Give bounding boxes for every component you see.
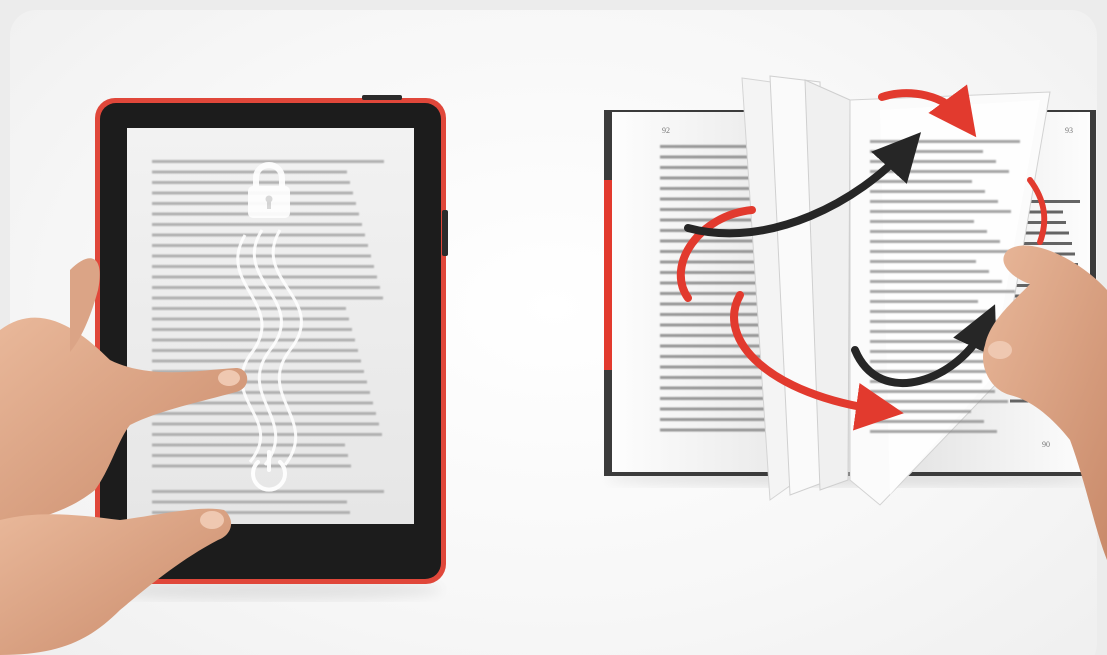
- text-line: [870, 240, 1000, 243]
- top-button: [362, 95, 402, 100]
- text-line: [870, 170, 1009, 173]
- text-line: [870, 190, 985, 193]
- text-line: [870, 180, 972, 183]
- text-line: [870, 270, 989, 273]
- text-line: [870, 410, 971, 413]
- text-line: [870, 210, 1011, 213]
- page-number-bottom: 90: [1042, 440, 1050, 449]
- text-line: [152, 338, 355, 342]
- text-line: [152, 181, 350, 184]
- text-line: [870, 250, 1013, 253]
- text-line: [870, 340, 980, 343]
- text-line: [152, 454, 348, 457]
- text-line: [152, 328, 352, 331]
- photo-canvas: 92 93 90: [0, 0, 1107, 655]
- text-line: [152, 412, 376, 415]
- text-line: [152, 500, 347, 504]
- text-line: [870, 230, 987, 233]
- text-line: [152, 275, 377, 279]
- fingernail: [200, 511, 224, 529]
- text-line: [870, 290, 1015, 293]
- text-line: [152, 244, 368, 247]
- text-line: [870, 310, 991, 313]
- text-line: [152, 359, 361, 363]
- text-line: [870, 390, 995, 393]
- illustration: 92 93 90: [0, 75, 1107, 655]
- text-line: [152, 443, 345, 447]
- text-line: [870, 200, 998, 203]
- text-line: [152, 433, 382, 436]
- text-line: [152, 307, 346, 310]
- page-number-right: 93: [1065, 126, 1073, 135]
- text-line: [870, 300, 978, 303]
- text-line: [870, 140, 1020, 143]
- text-line: [870, 280, 1002, 283]
- text-line: [152, 464, 351, 468]
- fingernail: [218, 370, 240, 386]
- text-line: [870, 430, 997, 433]
- text-line: [870, 220, 974, 223]
- paper-book: 92 93 90: [604, 75, 1107, 560]
- e-reader: [0, 95, 448, 655]
- text-line: [870, 420, 984, 423]
- text-line: [152, 265, 374, 268]
- text-line: [152, 422, 379, 426]
- text-line: [870, 150, 983, 153]
- text-line: [152, 317, 349, 321]
- text-line: [870, 260, 976, 263]
- text-line: [152, 170, 347, 174]
- text-line: [152, 296, 383, 300]
- side-button: [442, 210, 448, 256]
- text-line: [870, 400, 1008, 403]
- text-line: [152, 223, 362, 226]
- text-line: [870, 350, 993, 353]
- fingernail: [988, 341, 1012, 359]
- text-line: [152, 254, 371, 258]
- page-number-left: 92: [662, 126, 670, 135]
